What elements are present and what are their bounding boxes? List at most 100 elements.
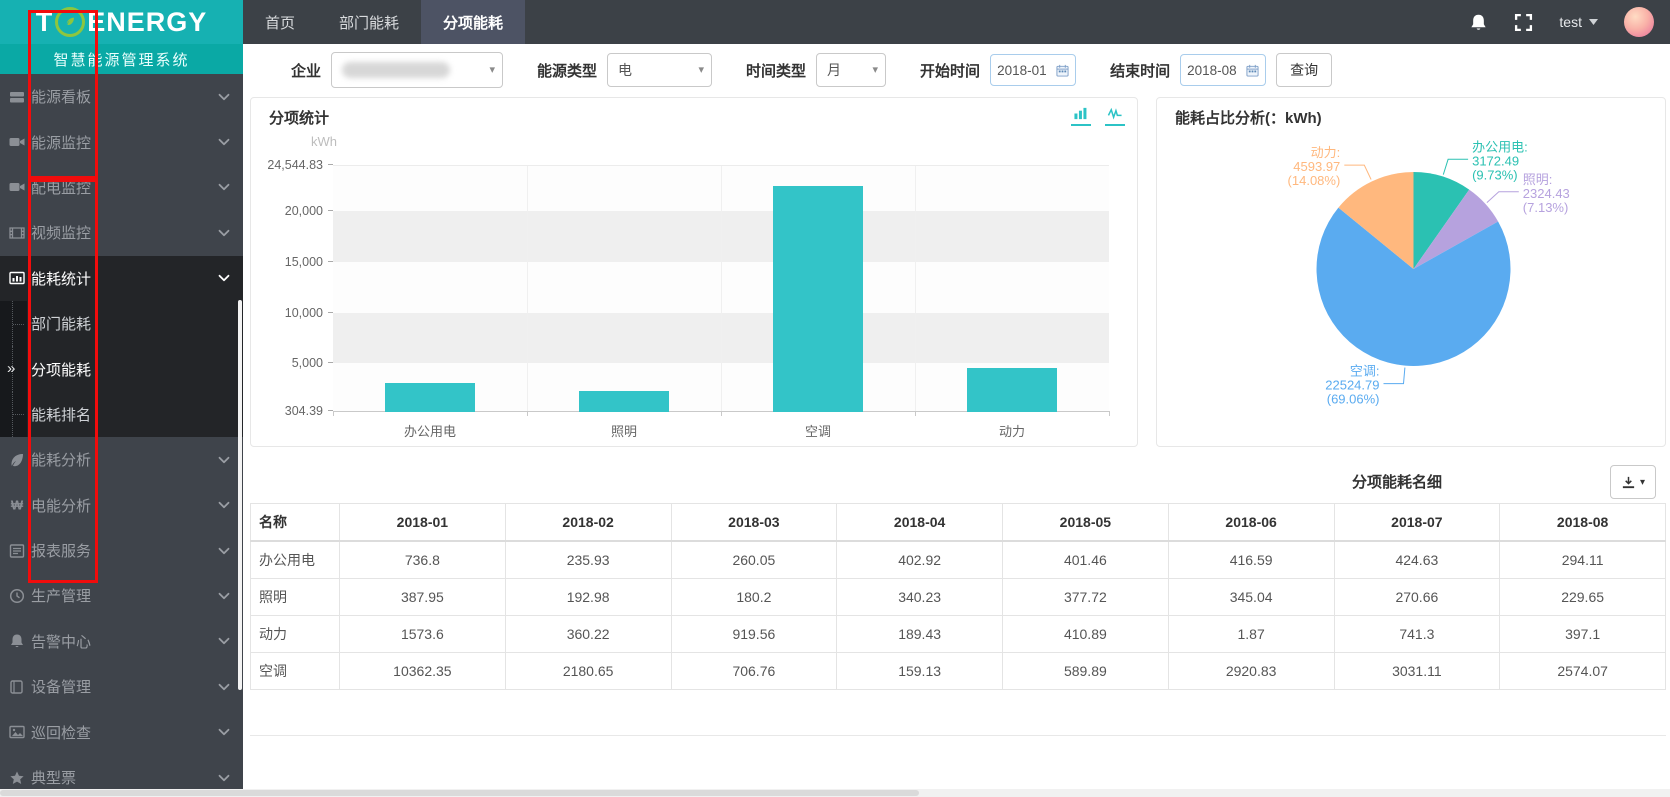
- cell-value: 1.87: [1168, 616, 1334, 653]
- cell-value: 235.93: [505, 541, 671, 579]
- horizontal-scrollbar[interactable]: [0, 789, 1670, 797]
- end-date-input[interactable]: 2018-08: [1180, 54, 1266, 86]
- company-label: 企业: [291, 60, 321, 81]
- cell-value: 360.22: [505, 616, 671, 653]
- charts-row: 分项统计 kWh 304.395,00010,00015,00020,00024…: [250, 97, 1666, 447]
- y-axis-unit: kWh: [311, 134, 337, 149]
- main-content: 分项统计 kWh 304.395,00010,00015,00020,00024…: [243, 96, 1670, 797]
- column-header: 2018-04: [837, 504, 1003, 542]
- sidebar-item-能源看板[interactable]: 能源看板: [0, 74, 243, 119]
- export-button[interactable]: ▾: [1610, 465, 1656, 499]
- sidebar-scrollbar[interactable]: [238, 300, 242, 690]
- cell-value: 270.66: [1334, 579, 1500, 616]
- pie-label: (9.73%): [1472, 167, 1518, 182]
- energy-type-select[interactable]: 电: [607, 53, 712, 87]
- tab-分项能耗[interactable]: 分项能耗: [421, 0, 525, 44]
- y-tick-label: 5,000: [292, 356, 323, 370]
- pie-chart-svg: 办公用电:3172.49(9.73%)照明:2324.43(7.13%)空调:2…: [1157, 124, 1665, 444]
- chevron-down-icon: [218, 227, 230, 239]
- caret-down-icon: ▾: [1640, 477, 1645, 488]
- cell-value: 424.63: [1334, 541, 1500, 579]
- bottom-divider: [250, 690, 1666, 736]
- scrollbar-thumb[interactable]: [0, 790, 919, 796]
- avatar[interactable]: [1624, 7, 1654, 37]
- sidebar-item-电能分析[interactable]: ₩电能分析: [0, 483, 243, 528]
- pie-label: (14.08%): [1288, 173, 1341, 188]
- logo-text-suffix: ENERGY: [87, 7, 207, 38]
- cell-value: 2574.07: [1500, 653, 1666, 690]
- camera-icon: [9, 134, 25, 150]
- chevron-down-icon: [218, 454, 230, 466]
- chevron-down-icon: [218, 772, 230, 784]
- cell-value: 736.8: [340, 541, 506, 579]
- sidebar-subitem-分项能耗[interactable]: »分项能耗: [0, 346, 243, 391]
- start-date-input[interactable]: 2018-01: [990, 54, 1076, 86]
- sidebar-menu: 能源看板能源监控配电监控视频监控能耗统计部门能耗»分项能耗能耗排名能耗分析₩电能…: [0, 74, 243, 797]
- sidebar-subitem-能耗排名[interactable]: 能耗排名: [0, 392, 243, 437]
- sidebar-item-设备管理[interactable]: 设备管理: [0, 664, 243, 709]
- bell-icon: [9, 633, 25, 649]
- pie-label: 2324.43: [1523, 186, 1570, 201]
- pie-chart-card: 能耗占比分析(：kWh) 办公用电:3172.49(9.73%)照明:2324.…: [1156, 97, 1666, 447]
- table-row: 空调10362.352180.65706.76159.13589.892920.…: [251, 653, 1666, 690]
- camera-icon: [9, 179, 25, 195]
- column-header: 2018-08: [1500, 504, 1666, 542]
- chevron-down-icon: [218, 136, 230, 148]
- bar-动力[interactable]: [915, 165, 1109, 412]
- line-chart-toggle-icon[interactable]: [1105, 106, 1125, 126]
- pie-label: 动力:: [1311, 145, 1341, 160]
- company-select[interactable]: [331, 52, 503, 88]
- energy-type-label: 能源类型: [537, 60, 597, 81]
- pie-label-line: [1344, 165, 1371, 179]
- dashboard-icon: [9, 89, 25, 105]
- pie-label-line: [1487, 192, 1519, 203]
- bar-空调[interactable]: [721, 165, 915, 412]
- table-row: 办公用电736.8235.93260.05402.92401.46416.594…: [251, 541, 1666, 579]
- nav-tabs: 首页部门能耗分项能耗: [243, 0, 525, 44]
- x-axis-label: 空调: [721, 421, 915, 440]
- sidebar-item-告警中心[interactable]: 告警中心: [0, 619, 243, 664]
- sidebar-item-视频监控[interactable]: 视频监控: [0, 210, 243, 255]
- bell-icon[interactable]: [1469, 13, 1488, 32]
- table-header-area: 分项能耗名细 ▾: [250, 459, 1666, 503]
- cell-value: 229.65: [1500, 579, 1666, 616]
- cell-value: 10362.35: [340, 653, 506, 690]
- app-window: T ENERGY 智慧能源管理系统 能源看板能源监控配电监控视频监控能耗统计部门…: [0, 0, 1670, 797]
- sidebar-item-报表服务[interactable]: 报表服务: [0, 528, 243, 573]
- column-header: 2018-03: [671, 504, 837, 542]
- image-icon: [9, 724, 25, 740]
- sidebar-item-能耗分析[interactable]: 能耗分析: [0, 437, 243, 482]
- chevron-down-icon: [218, 590, 230, 602]
- leaf-icon: [9, 452, 25, 468]
- bar-chart-toggle-icon[interactable]: [1071, 106, 1091, 126]
- chevron-down-icon: [218, 181, 230, 193]
- start-time-label: 开始时间: [920, 60, 980, 81]
- column-header: 名称: [251, 504, 340, 542]
- sidebar-subitem-部门能耗[interactable]: 部门能耗: [0, 301, 243, 346]
- sidebar-item-巡回检查[interactable]: 巡回检查: [0, 709, 243, 754]
- bar-办公用电[interactable]: [333, 165, 527, 412]
- time-type-select[interactable]: 月: [816, 53, 886, 87]
- bar-照明[interactable]: [527, 165, 721, 412]
- download-icon: [1621, 475, 1636, 490]
- end-time-label: 结束时间: [1110, 60, 1170, 81]
- column-header: 2018-06: [1168, 504, 1334, 542]
- cell-value: 192.98: [505, 579, 671, 616]
- filter-bar: 企业 能源类型 电 时间类型 月 开始时间 2018-01 结束时间 2018-…: [243, 44, 1670, 96]
- tab-部门能耗[interactable]: 部门能耗: [317, 0, 421, 44]
- fullscreen-icon[interactable]: [1514, 13, 1533, 32]
- tab-首页[interactable]: 首页: [243, 0, 317, 44]
- query-button[interactable]: 查询: [1276, 53, 1332, 87]
- bar-chart-title: 分项统计: [269, 107, 329, 128]
- book-icon: [9, 679, 25, 695]
- sidebar-item-能耗统计[interactable]: 能耗统计: [0, 256, 243, 301]
- user-menu[interactable]: test: [1559, 14, 1598, 30]
- sidebar-item-能源监控[interactable]: 能源监控: [0, 119, 243, 164]
- chevron-down-icon: [218, 91, 230, 103]
- pie-label-line: [1443, 159, 1468, 174]
- cell-value: 416.59: [1168, 541, 1334, 579]
- cell-value: 397.1: [1500, 616, 1666, 653]
- sidebar-item-生产管理[interactable]: 生产管理: [0, 573, 243, 618]
- cell-value: 260.05: [671, 541, 837, 579]
- sidebar-item-配电监控[interactable]: 配电监控: [0, 165, 243, 210]
